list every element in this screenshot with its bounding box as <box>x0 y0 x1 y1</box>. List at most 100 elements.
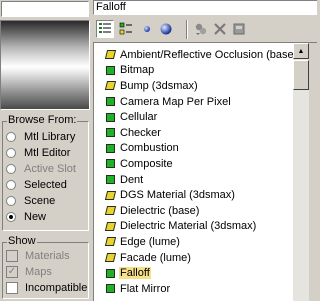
list-item[interactable]: Cellular <box>94 109 294 125</box>
list-item-label: Edge (lume) <box>120 235 180 248</box>
search-name-field[interactable]: Falloff <box>93 0 317 15</box>
browse-from-label: Browse From: <box>7 114 78 126</box>
list-item-label: DGS Material (3dsmax) <box>120 189 235 202</box>
small-icons-icon <box>119 22 132 35</box>
clear-icon <box>233 23 245 35</box>
radio-label: New <box>24 211 47 223</box>
radio-button[interactable] <box>6 180 16 190</box>
list-item-label: Bitmap <box>120 64 155 77</box>
checkbox-label: Incompatible <box>25 282 88 294</box>
map-list: Ambient/Reflective Occlusion (base) Bitma… <box>94 47 297 297</box>
list-item[interactable]: Bitmap <box>94 63 294 79</box>
update-scene-icon <box>195 23 207 35</box>
small-sphere-icon <box>144 26 150 32</box>
radio-label: Active Slot <box>24 163 76 175</box>
mental-ray-shader-icon <box>104 81 117 91</box>
checkmark-icon: ✓ <box>6 266 18 278</box>
show-label: Show <box>7 235 37 247</box>
checkbox <box>6 250 18 262</box>
mental-ray-shader-icon <box>104 221 117 231</box>
list-item[interactable]: Bump (3dsmax) <box>94 78 294 94</box>
list-item[interactable]: Facade (lume) <box>94 250 294 266</box>
map-browser-list[interactable]: Ambient/Reflective Occlusion (base) Bitma… <box>93 42 317 301</box>
list-view-icon <box>99 23 111 33</box>
mental-ray-shader-icon <box>104 190 117 200</box>
radio-button[interactable] <box>6 148 16 158</box>
list-item[interactable]: Checker <box>94 125 294 141</box>
map-type-icon <box>106 65 115 75</box>
list-item-label: Ambient/Reflective Occlusion (base) <box>120 48 298 61</box>
mental-ray-shader-icon <box>104 50 117 60</box>
delete-icon <box>214 23 226 35</box>
mental-ray-shader-icon <box>104 237 117 247</box>
list-scrollbar[interactable]: ▲ <box>293 43 309 301</box>
list-item[interactable]: Combustion <box>94 141 294 157</box>
show-group: Show Materials ✓ Maps Incompatible <box>2 235 89 299</box>
list-item-label: Facade (lume) <box>120 251 191 264</box>
list-item[interactable]: Dent <box>94 172 294 188</box>
radio-selected[interactable]: Selected <box>6 178 67 192</box>
list-item-label: Flat Mirror <box>120 282 171 295</box>
checkbox-maps: ✓ Maps <box>6 265 52 279</box>
triangle-up-icon: ▲ <box>297 47 305 55</box>
list-item[interactable]: Dielectric (base) <box>94 203 294 219</box>
radio-label: Selected <box>24 179 67 191</box>
radio-button <box>6 164 16 174</box>
material-preview <box>0 20 90 110</box>
list-item[interactable]: Composite <box>94 156 294 172</box>
view-small-sphere-button[interactable] <box>138 20 156 38</box>
scroll-up-button[interactable]: ▲ <box>293 43 309 59</box>
list-item-label: Falloff <box>119 267 151 280</box>
checkbox-incompatible[interactable]: Incompatible <box>6 281 87 295</box>
radio-scene[interactable]: Scene <box>6 194 55 208</box>
scroll-thumb[interactable] <box>293 60 309 90</box>
radio-label: Mtl Editor <box>24 147 71 159</box>
checkbox[interactable] <box>6 282 18 294</box>
map-type-icon <box>106 175 115 185</box>
view-large-sphere-button[interactable] <box>157 20 175 38</box>
checkbox-materials: Materials <box>6 249 70 263</box>
map-type-icon <box>106 284 115 294</box>
list-item[interactable]: Dielectric Material (3dsmax) <box>94 219 294 235</box>
radio-new[interactable]: New <box>6 210 46 224</box>
list-item[interactable]: Ambient/Reflective Occlusion (base) <box>94 47 297 63</box>
map-type-icon <box>106 128 115 138</box>
map-type-icon <box>106 97 115 107</box>
material-name-field[interactable] <box>1 1 89 17</box>
list-item-label: Camera Map Per Pixel <box>120 95 231 108</box>
radio-label: Scene <box>24 195 56 207</box>
map-type-icon <box>106 112 115 122</box>
map-type-icon <box>106 143 115 153</box>
checkbox-label: Materials <box>25 250 70 262</box>
view-list-button[interactable] <box>96 20 114 38</box>
checkbox-label: Maps <box>25 266 52 278</box>
large-sphere-icon <box>160 23 172 35</box>
panel-edge <box>309 43 317 301</box>
radio-mtl-library[interactable]: Mtl Library <box>6 130 75 144</box>
view-list-icons-button[interactable] <box>117 20 135 38</box>
list-item-label: Dent <box>120 173 144 186</box>
list-item-label: Checker <box>120 126 161 139</box>
radio-label: Mtl Library <box>24 131 76 143</box>
list-item[interactable]: Flat Mirror <box>94 281 294 297</box>
delete-button[interactable] <box>211 20 229 38</box>
map-type-icon <box>106 159 115 169</box>
list-item-label: Combustion <box>120 142 179 155</box>
list-item-label: Dielectric (base) <box>120 204 200 217</box>
browse-from-group: Browse From: Mtl Library Mtl Editor Acti… <box>2 114 89 231</box>
update-scene-button[interactable] <box>192 20 210 38</box>
radio-button[interactable] <box>6 132 16 142</box>
list-item[interactable]: Edge (lume) <box>94 234 294 250</box>
mental-ray-shader-icon <box>104 253 117 263</box>
list-item[interactable]: Camera Map Per Pixel <box>94 94 294 110</box>
list-item[interactable]: DGS Material (3dsmax) <box>94 187 294 203</box>
list-item-label: Composite <box>120 157 173 170</box>
list-item[interactable]: Falloff <box>94 265 294 281</box>
map-type-icon <box>106 268 115 278</box>
list-item-label: Dielectric Material (3dsmax) <box>120 220 257 233</box>
radio-button[interactable] <box>6 196 16 206</box>
radio-mtl-editor[interactable]: Mtl Editor <box>6 146 70 160</box>
clear-button[interactable] <box>230 20 248 38</box>
radio-button[interactable] <box>6 212 16 222</box>
toolbar-separator <box>186 20 188 39</box>
